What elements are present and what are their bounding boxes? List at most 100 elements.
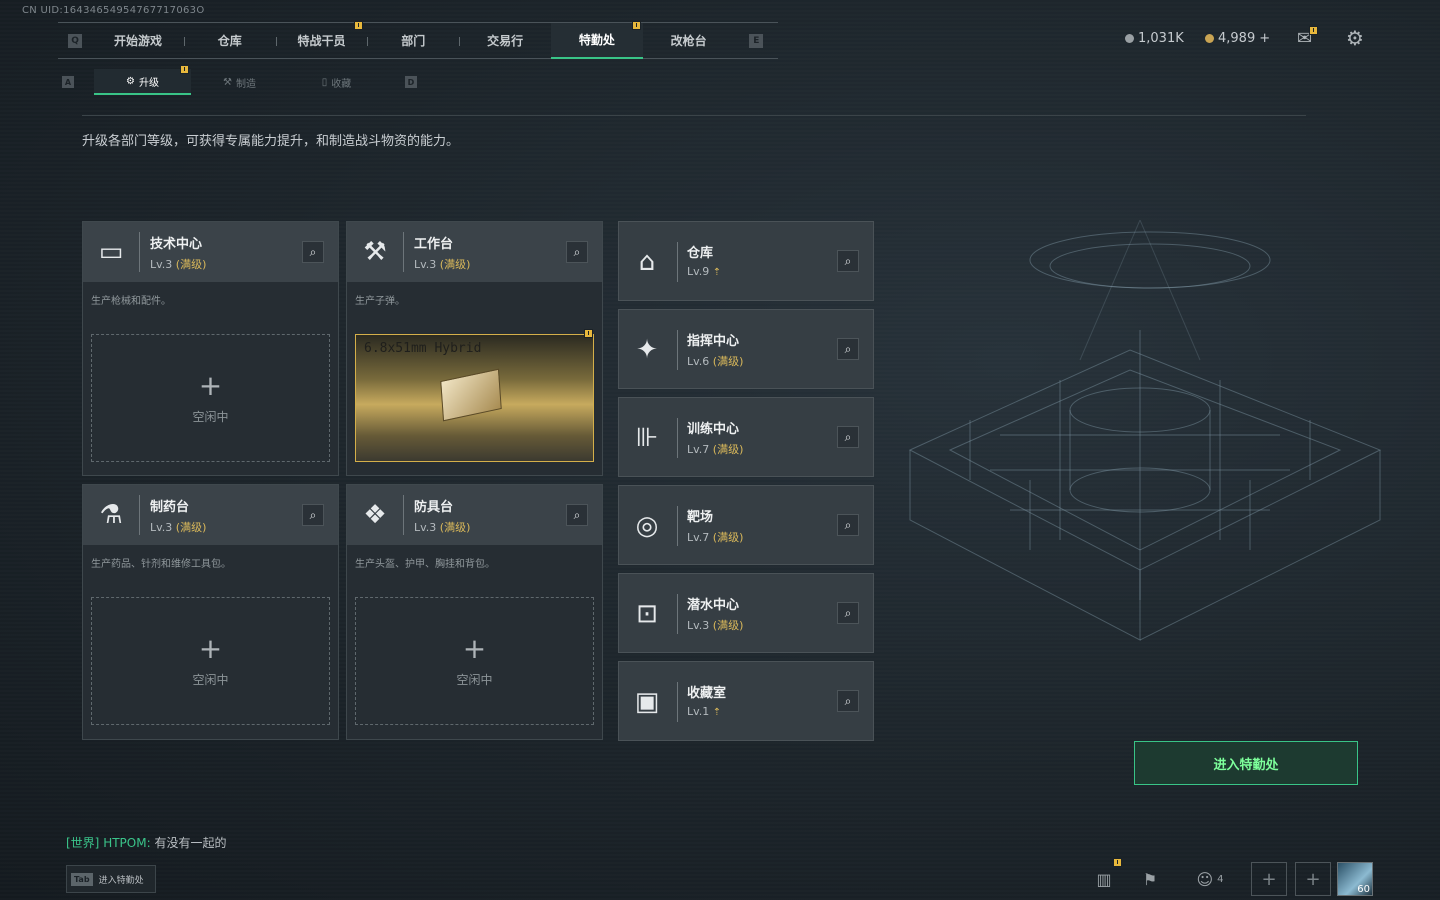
- facility-name: 仓库: [687, 246, 714, 261]
- notification-badge: [1113, 858, 1122, 867]
- page-description: 升级各部门等级，可获得专属能力提升，和制造战斗物资的能力。: [82, 134, 460, 149]
- level-text: Lv.3: [414, 520, 437, 534]
- workshop-name: 技术中心: [150, 236, 203, 252]
- workshop-card-tech[interactable]: ▭ 技术中心 Lv.3 (满级) ⌕ 生产枪械和配件。 + 空闲中: [82, 221, 339, 476]
- subnav-next-key[interactable]: D: [405, 76, 417, 88]
- search-icon[interactable]: ⌕: [566, 504, 588, 526]
- base-wireframe-illustration: [908, 220, 1382, 641]
- max-level-badge: (满级): [175, 257, 207, 271]
- mail-icon[interactable]: ✉: [1297, 26, 1319, 49]
- tab-department[interactable]: 部门: [367, 23, 459, 59]
- plus-icon: +: [198, 368, 223, 402]
- subtab-collection[interactable]: ▯ 收藏: [288, 69, 385, 95]
- divider: [139, 232, 140, 272]
- facility-card-command[interactable]: ✦ 指挥中心 Lv.6 (满级) ⌕: [618, 309, 874, 389]
- tab-warehouse[interactable]: 仓库: [183, 23, 276, 59]
- gear-icon[interactable]: ⚙: [1346, 26, 1364, 50]
- enter-special-ops-button[interactable]: 进入特勤处: [1134, 741, 1358, 785]
- workshop-desc: 生产头盔、护甲、胸挂和背包。: [355, 559, 495, 570]
- cubes-icon: ❖: [363, 500, 387, 530]
- level-text: Lv.7: [687, 531, 710, 544]
- warehouse-icon: ⌂: [638, 247, 656, 277]
- nav-prev-key[interactable]: Q: [68, 33, 83, 48]
- add-slot-button[interactable]: +: [1251, 862, 1287, 896]
- craft-slot-item[interactable]: 6.8x51mm Hybrid: [355, 329, 594, 462]
- flag-icon[interactable]: ⚑: [1132, 862, 1168, 896]
- max-level-badge: (满级): [175, 520, 207, 534]
- level-text: Lv.3: [150, 257, 173, 271]
- divider: [677, 506, 678, 546]
- chat-line[interactable]: [世界] HTPOM: 有没有一起的: [66, 834, 226, 851]
- craft-slot-empty[interactable]: + 空闲中: [91, 334, 330, 462]
- silver-coin-icon: [1125, 34, 1134, 43]
- search-icon[interactable]: ⌕: [302, 241, 324, 263]
- search-icon[interactable]: ⌕: [837, 426, 859, 448]
- workshop-name: 工作台: [414, 236, 454, 252]
- add-slot-button[interactable]: +: [1295, 862, 1331, 896]
- divider: [403, 495, 404, 535]
- nav-next-key[interactable]: E: [749, 33, 764, 48]
- diving-mask-icon: ⊡: [636, 599, 658, 629]
- workshop-level: Lv.3 (满级): [414, 519, 470, 535]
- upgrade-arrow-icon: ⇡: [712, 707, 722, 718]
- facility-card-range[interactable]: ◎ 靶场 Lv.7 (满级) ⌕: [618, 485, 874, 565]
- friends-button[interactable]: ☺ 4: [1190, 862, 1230, 896]
- command-chip-icon: ✦: [636, 335, 658, 365]
- subtab-collection-label: 收藏: [331, 78, 352, 90]
- search-icon[interactable]: ⌕: [837, 690, 859, 712]
- facility-level: Lv.6 (满级): [687, 353, 743, 369]
- player-avatar[interactable]: 60: [1337, 862, 1373, 896]
- workshop-card-workbench[interactable]: ⚒ 工作台 Lv.3 (满级) ⌕ 生产子弹。 6.8x51mm Hybrid: [346, 221, 603, 476]
- stats-icon[interactable]: ▥: [1086, 858, 1122, 896]
- gold-currency[interactable]: 4,989 +: [1205, 31, 1270, 46]
- facility-card-diving[interactable]: ⊡ 潜水中心 Lv.3 (满级) ⌕: [618, 573, 874, 653]
- monitor-icon: ▭: [98, 237, 124, 267]
- microscope-icon: ⚗: [99, 500, 123, 530]
- max-level-badge: (满级): [439, 257, 471, 271]
- facility-card-training[interactable]: ⊪ 训练中心 Lv.7 (满级) ⌕: [618, 397, 874, 477]
- card-header: ❖ 防具台 Lv.3 (满级) ⌕: [347, 485, 602, 545]
- facility-card-collection-room[interactable]: ▣ 收藏室 Lv.1 ⇡ ⌕: [618, 661, 874, 741]
- notification-badge: [180, 65, 189, 74]
- facility-name: 潜水中心: [687, 598, 740, 613]
- search-icon[interactable]: ⌕: [837, 602, 859, 624]
- target-icon: ◎: [635, 511, 659, 541]
- hammer-wrench-icon: ⚒: [363, 237, 387, 267]
- craft-slot-empty[interactable]: + 空闲中: [91, 597, 330, 725]
- chat-channel: [世界]: [66, 836, 100, 850]
- level-text: Lv.9: [687, 265, 710, 278]
- search-icon[interactable]: ⌕: [566, 241, 588, 263]
- subnav-prev-key[interactable]: A: [62, 76, 74, 88]
- workshop-card-pharmacy[interactable]: ⚗ 制药台 Lv.3 (满级) ⌕ 生产药品、针剂和维修工具包。 + 空闲中: [82, 484, 339, 740]
- notification-badge: [631, 20, 641, 30]
- tab-start-game[interactable]: 开始游戏: [92, 23, 184, 59]
- tab-special-ops-label: 特勤处: [578, 33, 615, 47]
- search-icon[interactable]: ⌕: [837, 514, 859, 536]
- level-text: Lv.7: [687, 443, 710, 456]
- divider: [677, 242, 678, 282]
- card-header: ▭ 技术中心 Lv.3 (满级) ⌕: [83, 222, 338, 282]
- level-text: Lv.6: [687, 355, 710, 368]
- search-icon[interactable]: ⌕: [302, 504, 324, 526]
- facility-level: Lv.1 ⇡: [687, 705, 726, 718]
- workshop-card-armor[interactable]: ❖ 防具台 Lv.3 (满级) ⌕ 生产头盔、护甲、胸挂和背包。 + 空闲中: [346, 484, 603, 740]
- facility-card-warehouse[interactable]: ⌂ 仓库 Lv.9 ⇡ ⌕: [618, 221, 874, 301]
- workshop-level: Lv.3 (满级): [150, 519, 206, 535]
- tab-gunsmith[interactable]: 改枪台: [643, 23, 735, 59]
- tab-hint[interactable]: Tab 进入特勤处: [66, 865, 156, 893]
- tab-special-ops[interactable]: 特勤处: [550, 20, 643, 59]
- subtab-craft-label: 制造: [235, 78, 256, 90]
- ammo-box-image: [440, 368, 502, 422]
- craft-slot-empty[interactable]: + 空闲中: [355, 597, 594, 725]
- chat-user: HTPOM:: [103, 836, 151, 850]
- add-gold-icon[interactable]: +: [1259, 31, 1270, 46]
- workshop-name: 防具台: [414, 499, 454, 515]
- search-icon[interactable]: ⌕: [837, 250, 859, 272]
- top-nav: Q 开始游戏 仓库 特战干员 部门 交易行 特勤处 改枪台 E: [58, 20, 778, 59]
- notification-badge: [354, 20, 364, 30]
- search-icon[interactable]: ⌕: [837, 338, 859, 360]
- tab-trade[interactable]: 交易行: [459, 23, 551, 59]
- tab-operators[interactable]: 特战干员: [275, 20, 368, 59]
- subtab-upgrade[interactable]: ⚙ 升级: [94, 65, 191, 95]
- subtab-craft[interactable]: ⚒ 制造: [191, 69, 288, 95]
